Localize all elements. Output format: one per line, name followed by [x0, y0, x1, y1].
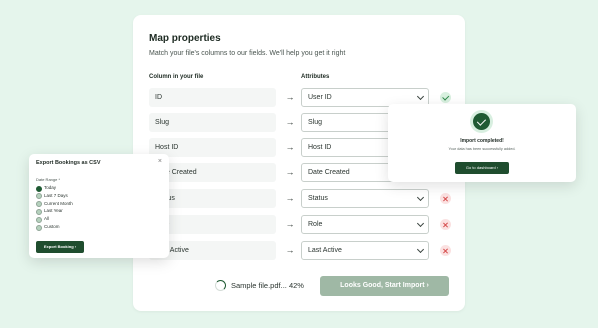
radio-dot-icon [36, 216, 42, 223]
attribute-value: Last Active [308, 247, 342, 254]
toast-title: Import completed! [460, 138, 504, 144]
radio-option[interactable]: Today [36, 184, 73, 192]
file-column-cell: Host ID [149, 138, 276, 157]
radio-dot-icon [36, 208, 42, 215]
radio-option[interactable]: Current Month [36, 200, 73, 208]
attribute-value: User ID [308, 94, 332, 101]
arrow-right-icon: → [285, 219, 295, 229]
error-x-icon [440, 193, 451, 204]
chevron-down-icon [416, 92, 425, 101]
column-header: Column in your file [149, 74, 204, 80]
attribute-value: Date Created [308, 169, 350, 176]
check-icon [440, 92, 451, 103]
radio-label: All [44, 216, 50, 222]
toast-subtitle: Your data has been successfully added. [448, 147, 516, 151]
radio-dot-icon [36, 193, 42, 200]
radio-label: Custom [44, 223, 60, 229]
close-icon[interactable]: × [158, 158, 162, 165]
radio-label: Last 7 Days [44, 192, 68, 198]
radio-option[interactable]: Custom [36, 223, 73, 231]
radio-dot-icon [36, 201, 42, 208]
mapping-row: Last Active → Last Active [149, 241, 455, 260]
date-range-options: Today Last 7 Days Current Month Last Yea… [36, 184, 73, 231]
radio-dot-icon [36, 224, 42, 231]
radio-label: Current Month [44, 200, 73, 206]
loading-spinner-icon [215, 280, 226, 291]
radio-option[interactable]: Last 7 Days [36, 192, 73, 200]
radio-label: Last Year [44, 208, 63, 214]
success-check-icon [473, 113, 490, 130]
error-x-icon [440, 245, 451, 256]
arrow-right-icon: → [285, 142, 295, 152]
radio-option[interactable]: All [36, 215, 73, 223]
page-title: Map properties [149, 33, 221, 44]
dialog-title: Export Bookings as CSV [36, 160, 101, 166]
arrow-right-icon: → [285, 117, 295, 127]
go-to-dashboard-button[interactable]: Go to dashboard › [455, 162, 509, 174]
arrow-right-icon: → [285, 167, 295, 177]
file-column-cell: ID [149, 88, 276, 107]
arrow-right-icon: → [285, 245, 295, 255]
mapping-row: Role → Role [149, 215, 455, 234]
arrow-right-icon: → [285, 193, 295, 203]
radio-label: Today [44, 185, 57, 190]
chevron-down-icon [416, 193, 425, 202]
page-subtitle: Match your file's columns to our fields.… [149, 50, 346, 57]
radio-dot-icon [36, 185, 42, 192]
start-import-button[interactable]: Looks Good, Start Import › [320, 276, 449, 296]
date-range-label: Date Range * [36, 177, 61, 182]
attributes-header: Attributes [301, 74, 330, 80]
export-bookings-dialog: Export Bookings as CSV × Date Range * To… [29, 154, 169, 258]
upload-progress-text: Sample file.pdf... 42% [231, 281, 304, 290]
chevron-down-icon [416, 245, 425, 254]
arrow-right-icon: → [285, 92, 295, 102]
import-completed-toast: Import completed! Your data has been suc… [388, 104, 576, 182]
radio-option[interactable]: Last Year [36, 207, 73, 215]
attribute-value: Status [308, 195, 328, 202]
mapping-row: Status → Status [149, 189, 455, 208]
attribute-select[interactable]: Last Active [301, 241, 429, 260]
attribute-value: Slug [308, 119, 323, 126]
attribute-select[interactable]: Role [301, 215, 429, 234]
error-x-icon [440, 219, 451, 230]
attribute-select[interactable]: Status [301, 189, 429, 208]
file-column-cell: Slug [149, 113, 276, 132]
attribute-value: Role [308, 221, 323, 228]
chevron-down-icon [416, 219, 425, 228]
attribute-value: Host ID [308, 144, 332, 151]
export-booking-button[interactable]: Export Booking › [36, 241, 84, 253]
